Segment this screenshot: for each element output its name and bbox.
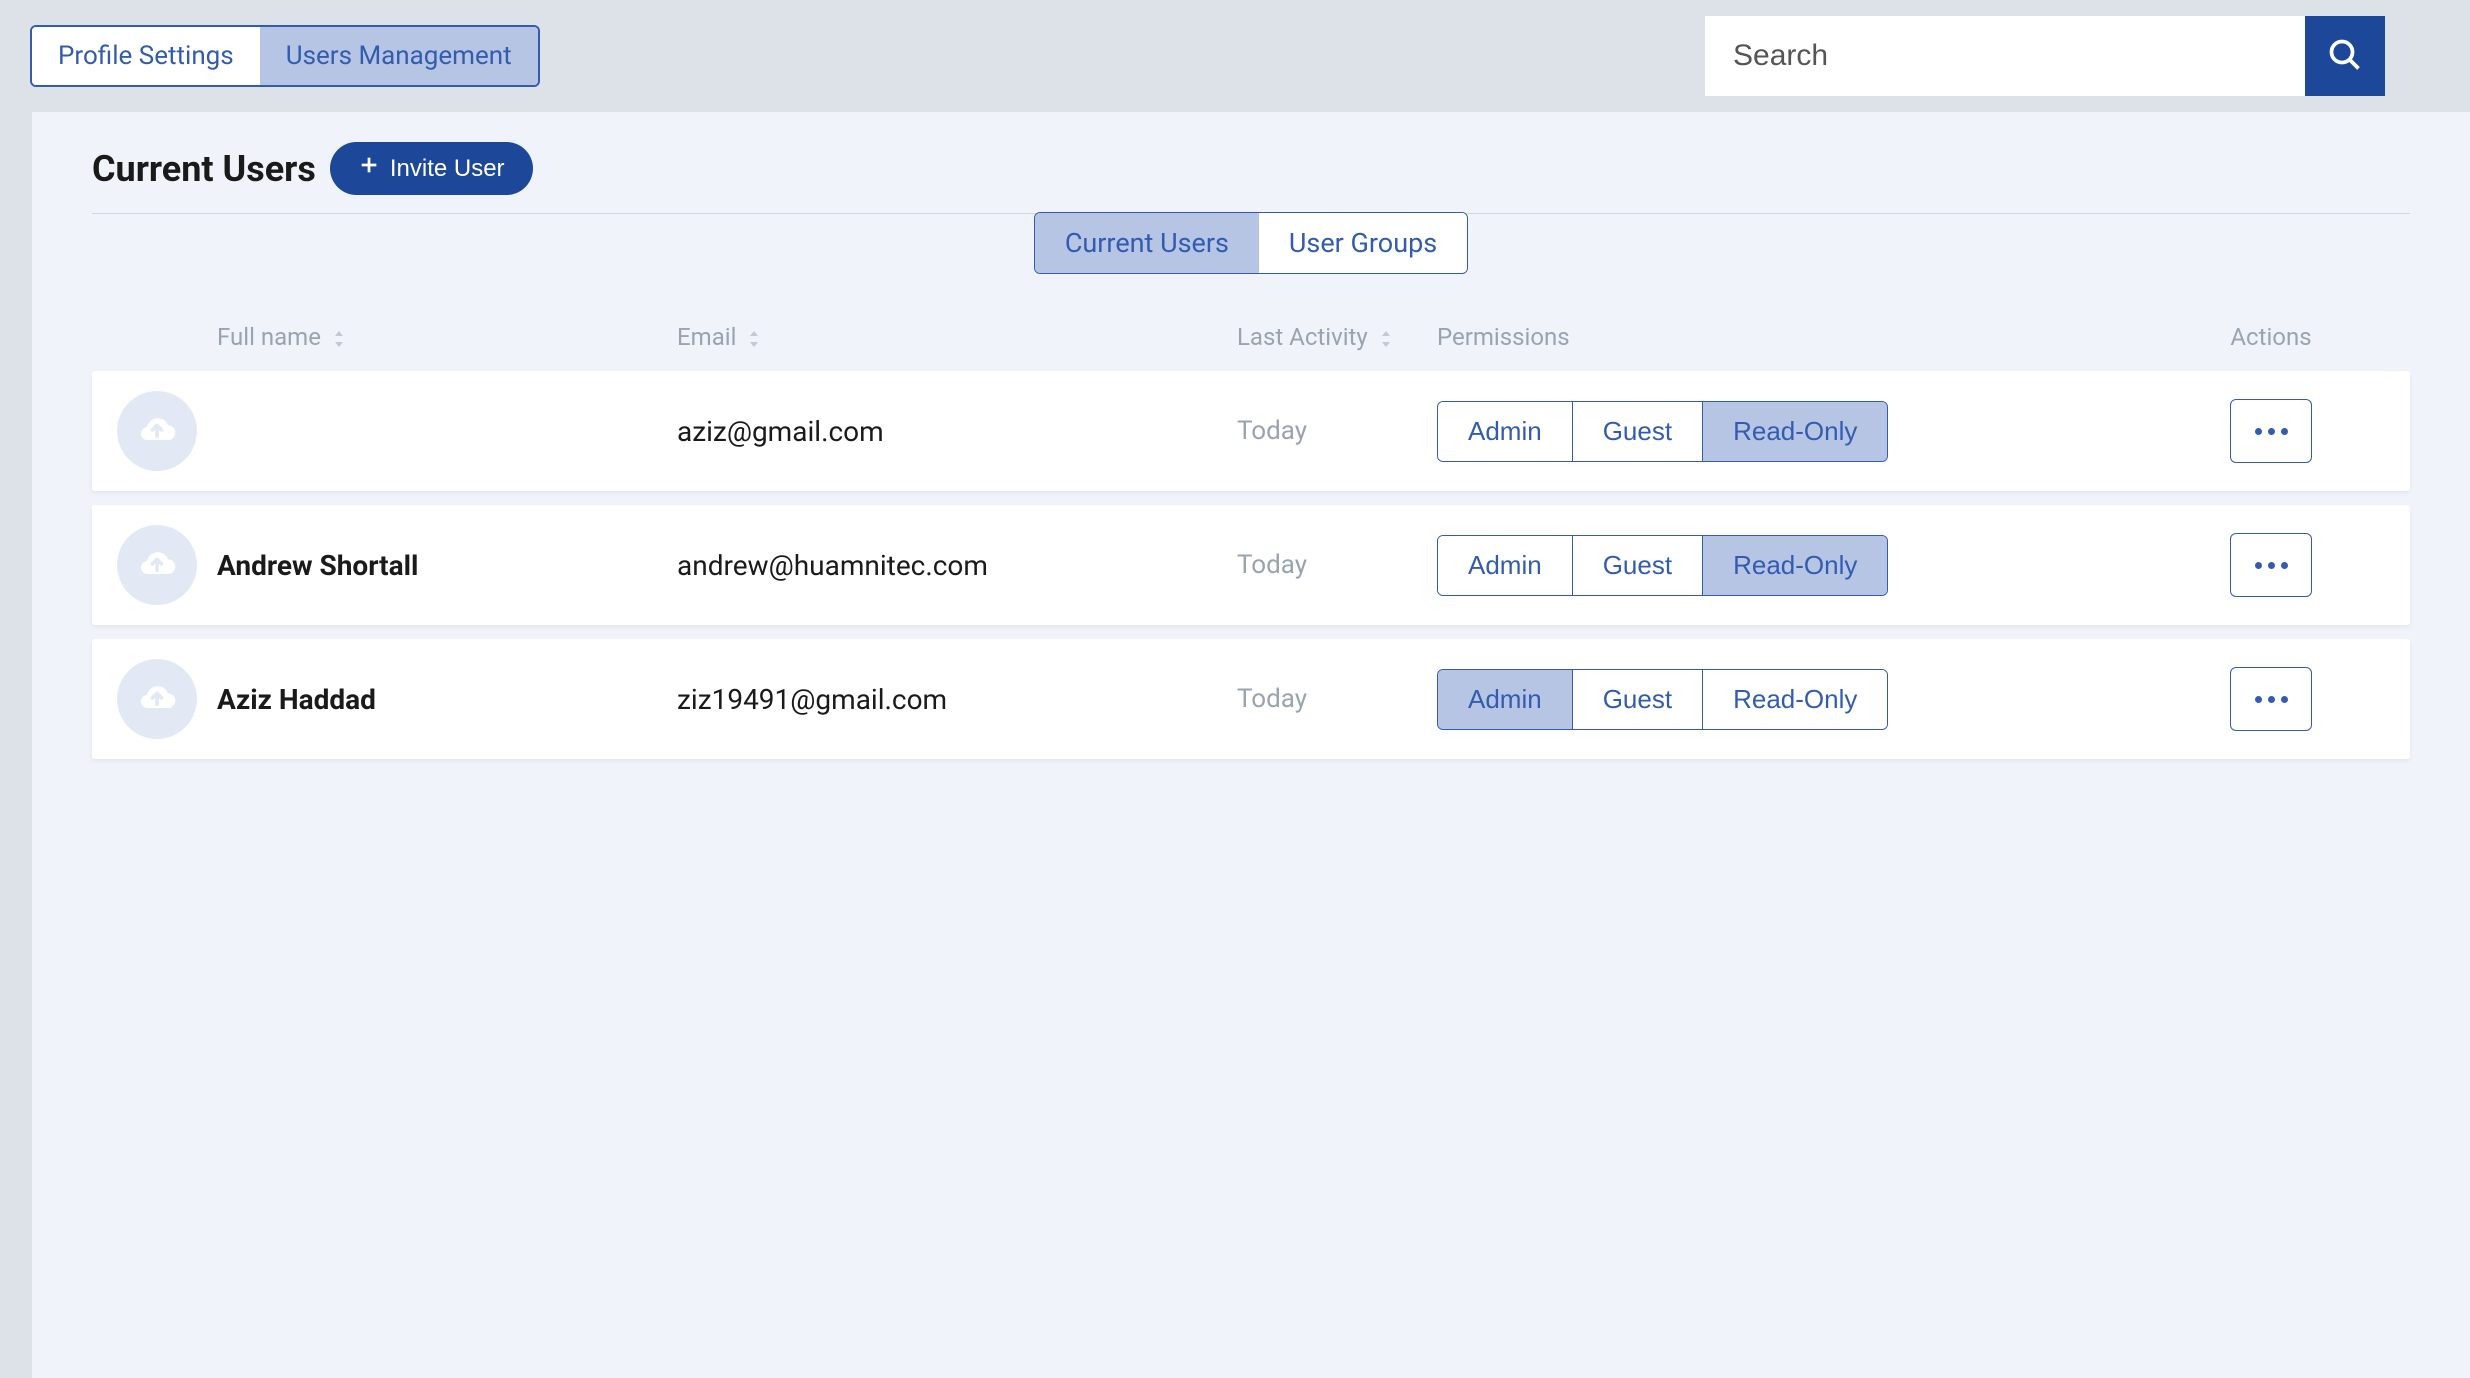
content-panel: Current Users Invite User Current Users … <box>32 112 2470 1378</box>
sort-icon <box>1380 331 1392 347</box>
table-header: Full name Email Last Activity Permission… <box>92 323 2410 371</box>
permission-group: AdminGuestRead-Only <box>1437 401 1888 462</box>
nav-tab-users-management[interactable]: Users Management <box>260 27 538 85</box>
sub-tabs: Current Users User Groups <box>1034 212 1468 274</box>
invite-user-label: Invite User <box>390 155 505 183</box>
sub-tab-current-users[interactable]: Current Users <box>1035 213 1259 273</box>
nav-tabs: Profile Settings Users Management <box>30 25 540 87</box>
row-actions-button[interactable] <box>2230 667 2312 731</box>
col-header-actions: Actions <box>2157 323 2385 351</box>
permission-guest-button[interactable]: Guest <box>1573 402 1703 461</box>
more-dots-icon <box>2252 696 2291 703</box>
permission-admin-button[interactable]: Admin <box>1438 402 1573 461</box>
sort-icon <box>748 331 760 347</box>
permission-group: AdminGuestRead-Only <box>1437 535 1888 596</box>
permission-guest-button[interactable]: Guest <box>1573 536 1703 595</box>
row-actions-button[interactable] <box>2230 533 2312 597</box>
page-title: Current Users <box>92 148 316 190</box>
full-name-cell: Andrew Shortall <box>217 549 677 582</box>
search-container <box>1705 16 2385 96</box>
permission-admin-button[interactable]: Admin <box>1438 536 1573 595</box>
col-header-last-activity[interactable]: Last Activity <box>1237 323 1437 351</box>
row-actions-button[interactable] <box>2230 399 2312 463</box>
last-activity-cell: Today <box>1237 416 1437 446</box>
permission-group: AdminGuestRead-Only <box>1437 669 1888 730</box>
nav-tab-profile-settings[interactable]: Profile Settings <box>32 27 260 85</box>
table-row: Andrew Shortallandrew@huamnitec.comToday… <box>92 505 2410 625</box>
col-header-email[interactable]: Email <box>677 323 1237 351</box>
permission-readonly-button[interactable]: Read-Only <box>1703 402 1887 461</box>
last-activity-cell: Today <box>1237 684 1437 714</box>
top-bar: Profile Settings Users Management <box>0 0 2470 112</box>
search-icon <box>2327 37 2363 76</box>
avatar <box>117 391 197 471</box>
permission-readonly-button[interactable]: Read-Only <box>1703 670 1887 729</box>
col-header-full-name[interactable]: Full name <box>217 323 677 351</box>
sort-icon <box>333 331 345 347</box>
avatar <box>117 659 197 739</box>
search-input[interactable] <box>1705 16 2305 96</box>
upload-cloud-icon <box>135 407 179 455</box>
more-dots-icon <box>2252 428 2291 435</box>
plus-icon <box>358 154 380 183</box>
invite-user-button[interactable]: Invite User <box>330 142 533 195</box>
email-cell: aziz@gmail.com <box>677 415 1237 448</box>
users-table: Full name Email Last Activity Permission… <box>92 323 2410 759</box>
permission-admin-button[interactable]: Admin <box>1438 670 1573 729</box>
permission-guest-button[interactable]: Guest <box>1573 670 1703 729</box>
table-row: Aziz Haddadziz19491@gmail.comTodayAdminG… <box>92 639 2410 759</box>
avatar <box>117 525 197 605</box>
table-row: aziz@gmail.comTodayAdminGuestRead-Only <box>92 371 2410 491</box>
sub-tabs-row: Current Users User Groups <box>92 213 2410 283</box>
upload-cloud-icon <box>135 675 179 723</box>
permission-readonly-button[interactable]: Read-Only <box>1703 536 1887 595</box>
page-header: Current Users Invite User <box>92 142 2410 195</box>
more-dots-icon <box>2252 562 2291 569</box>
email-cell: ziz19491@gmail.com <box>677 683 1237 716</box>
search-button[interactable] <box>2305 16 2385 96</box>
email-cell: andrew@huamnitec.com <box>677 549 1237 582</box>
last-activity-cell: Today <box>1237 550 1437 580</box>
upload-cloud-icon <box>135 541 179 589</box>
full-name-cell: Aziz Haddad <box>217 683 677 716</box>
col-header-permissions: Permissions <box>1437 323 2157 351</box>
sub-tab-user-groups[interactable]: User Groups <box>1259 213 1467 273</box>
